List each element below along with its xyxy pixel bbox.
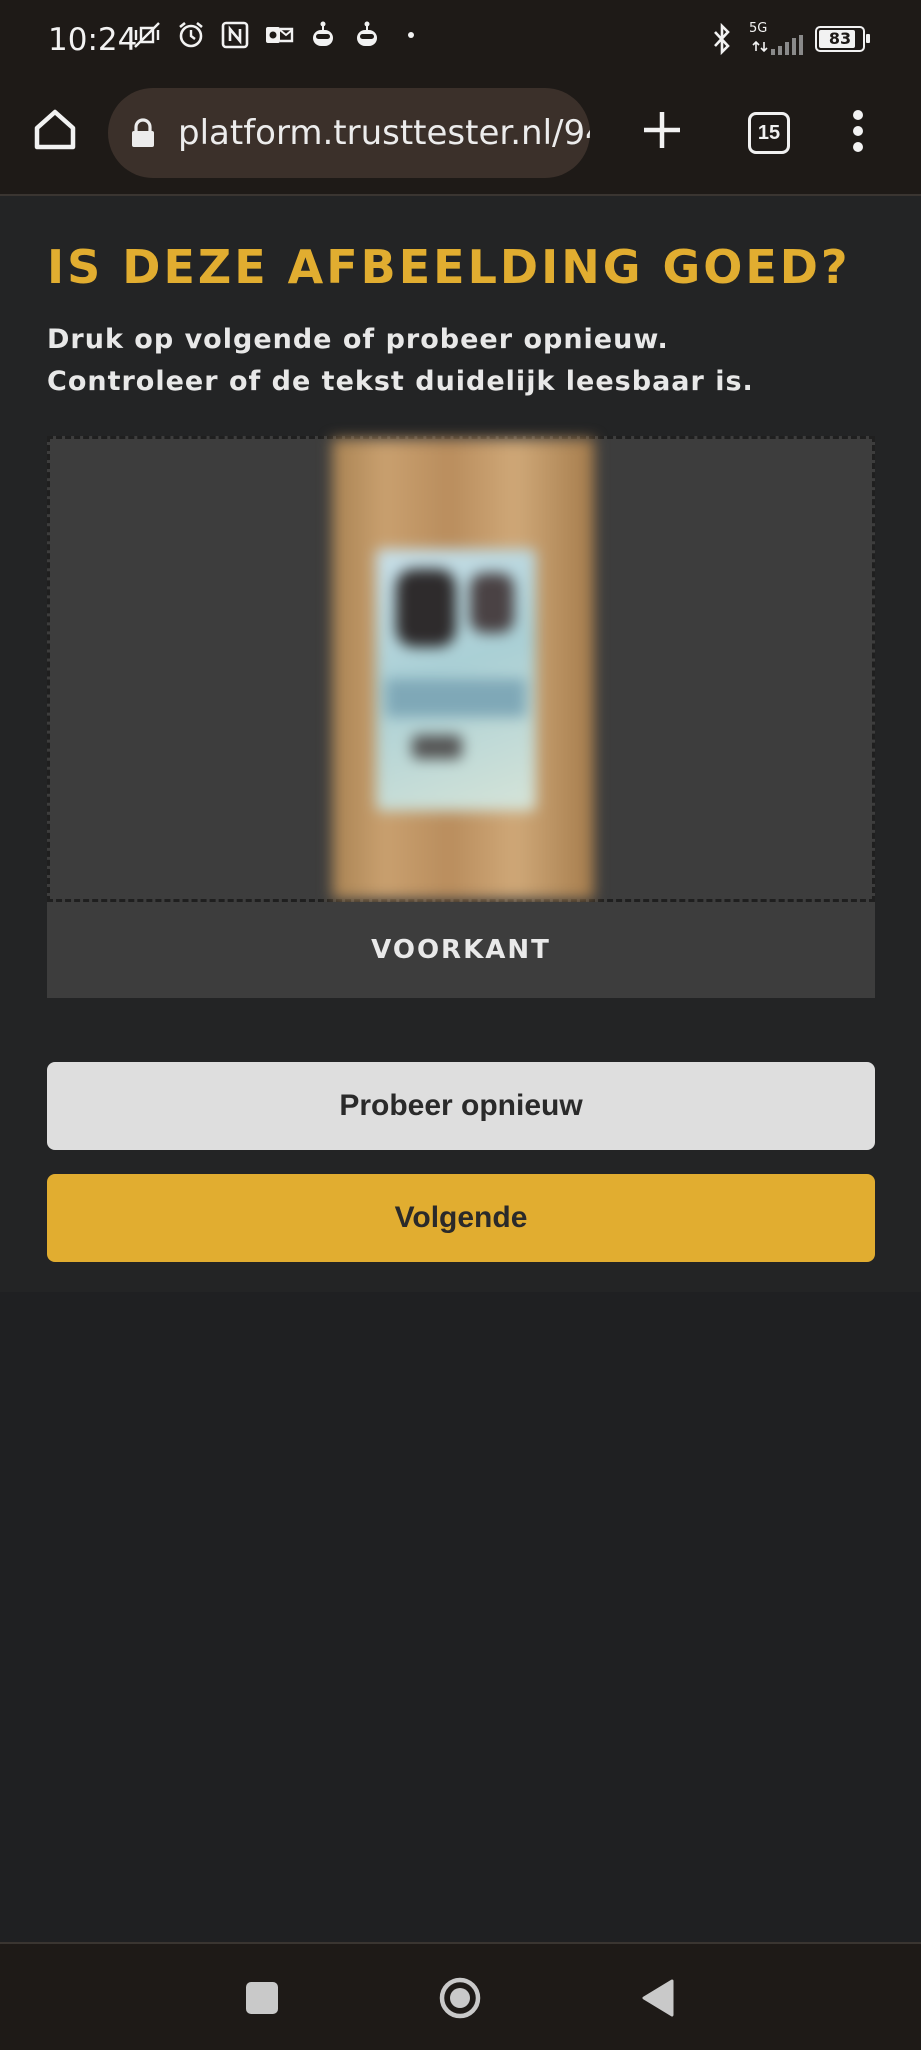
outlook-icon	[264, 20, 294, 50]
dot-icon	[396, 20, 426, 50]
recent-apps-button[interactable]	[246, 1982, 278, 2014]
url-text: platform.trusttester.nl/94	[178, 113, 590, 153]
instruction-line-1: Druk op volgende of probeer opnieuw.	[47, 324, 669, 355]
tab-switcher-button[interactable]: 15	[748, 112, 790, 154]
robot-icon	[352, 20, 382, 50]
signal-icon: 5G	[749, 22, 803, 55]
preview-caption: VOORKANT	[371, 935, 551, 965]
navigation-bar	[0, 1942, 921, 2050]
battery-icon: 83	[815, 25, 870, 52]
page-title: IS DEZE AFBEELDING GOED?	[47, 240, 851, 294]
status-time: 10:24	[48, 22, 138, 58]
notification-icons	[132, 20, 426, 50]
new-tab-button[interactable]	[640, 108, 684, 152]
id-card	[376, 549, 536, 811]
back-button[interactable]	[640, 1978, 676, 2018]
nfc-icon	[220, 20, 250, 50]
home-button[interactable]	[30, 104, 80, 154]
instruction-line-2: Controleer of de tekst duidelijk leesbaa…	[47, 366, 754, 397]
lock-icon	[130, 118, 156, 148]
vibrate-off-icon	[132, 20, 162, 50]
alarm-icon	[176, 20, 206, 50]
battery-level: 83	[828, 29, 852, 48]
network-type-label: 5G	[749, 21, 768, 36]
tab-count: 15	[757, 121, 781, 144]
id-card-photo	[332, 439, 594, 899]
image-preview	[47, 436, 875, 902]
page-content: IS DEZE AFBEELDING GOED? Druk op volgend…	[0, 196, 921, 1292]
home-nav-button[interactable]	[438, 1976, 482, 2020]
address-bar[interactable]: platform.trusttester.nl/94	[108, 88, 590, 178]
browser-toolbar: platform.trusttester.nl/94 15	[0, 82, 921, 196]
preview-caption-bar: VOORKANT	[47, 902, 875, 998]
more-menu-icon[interactable]	[848, 108, 868, 154]
next-button[interactable]: Volgende	[47, 1174, 875, 1262]
status-bar: 10:24 5G 83	[0, 0, 921, 82]
bluetooth-icon	[707, 22, 737, 55]
retry-button[interactable]: Probeer opnieuw	[47, 1062, 875, 1150]
robot-icon	[308, 20, 338, 50]
system-icons: 5G 83	[707, 22, 870, 55]
